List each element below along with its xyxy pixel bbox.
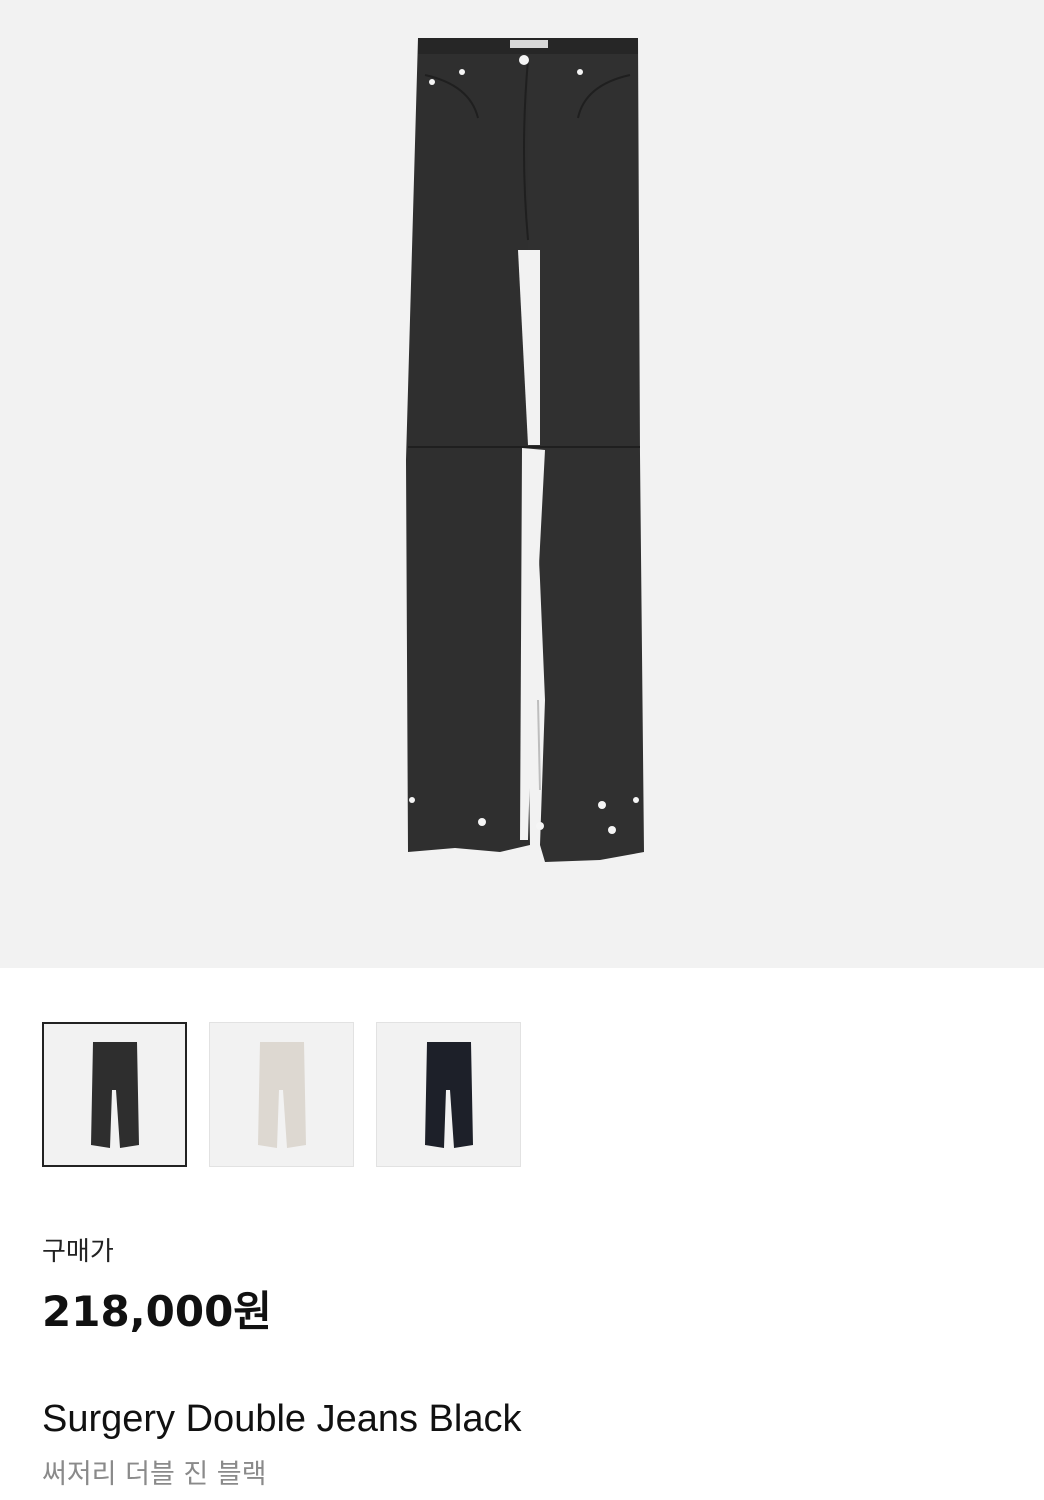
rivet [409, 797, 415, 803]
rivet [598, 801, 606, 809]
right-leg [528, 38, 644, 862]
product-hero-image[interactable] [0, 0, 1044, 968]
product-name-english: Surgery Double Jeans Black [42, 1398, 522, 1440]
zipper [537, 699, 541, 791]
price-label: 구매가 [42, 1237, 114, 1267]
thumbnail-black[interactable] [42, 1022, 187, 1167]
rivet [608, 826, 616, 834]
leg-gap [520, 448, 545, 840]
thumbnail-pants-icon [424, 1041, 473, 1148]
rivet [577, 69, 583, 75]
rivet [429, 79, 435, 85]
rivet [633, 797, 639, 803]
price-value: 218,000원 [42, 1287, 272, 1336]
product-name-korean: 써저리 더블 진 블랙 [42, 1459, 267, 1490]
thumbnail-navy[interactable] [376, 1022, 521, 1167]
thumbnail-ivory[interactable] [209, 1022, 354, 1167]
thumbnail-pants-icon [257, 1041, 306, 1148]
thumbnail-list [42, 1022, 521, 1167]
left-leg [406, 38, 536, 852]
thumbnail-pants-icon [90, 1041, 139, 1148]
button-rivet [519, 55, 529, 65]
rivet [536, 822, 544, 830]
pants-illustration [406, 38, 644, 862]
waistband-label [510, 40, 548, 48]
rivet [478, 818, 486, 826]
rivet [459, 69, 465, 75]
